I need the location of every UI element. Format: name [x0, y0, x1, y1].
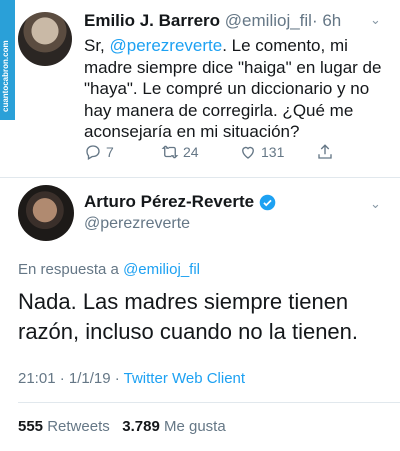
reply-prefix: En respuesta a: [18, 261, 124, 278]
chevron-down-icon[interactable]: ⌄: [370, 196, 381, 212]
mention-link[interactable]: @perezreverte: [110, 36, 223, 55]
avatar[interactable]: [18, 185, 74, 241]
reply-handle-link[interactable]: @emilioj_fil: [123, 261, 200, 278]
reply-count: 7: [106, 144, 114, 160]
tweet-text: Nada. Las madres siempre tienen razón, i…: [18, 289, 359, 344]
heart-icon: [242, 146, 254, 159]
share-icon: [318, 144, 332, 159]
author-handle[interactable]: @perezreverte: [84, 215, 190, 233]
tweet-timestamp[interactable]: 21:01 · 1/1/19 ·: [18, 370, 124, 387]
retweets-count[interactable]: 555: [18, 418, 43, 435]
likes-count[interactable]: 3.789: [122, 418, 160, 435]
author-name[interactable]: Arturo Pérez-Reverte: [84, 192, 254, 212]
original-tweet[interactable]: Emilio J. Barrero @emilioj_fil· 6h ⌄ Sr,…: [0, 0, 400, 177]
tweet-stats: 555 Retweets 3.789 Me gusta: [18, 418, 226, 435]
divider: [0, 177, 400, 178]
reply-context: En respuesta a @emilioj_fil: [18, 261, 200, 278]
share-button[interactable]: [316, 143, 338, 161]
retweet-count: 24: [183, 144, 199, 160]
chevron-down-icon[interactable]: ⌄: [370, 12, 381, 28]
author-handle[interactable]: @emilioj_fil: [225, 11, 312, 30]
retweets-label[interactable]: Retweets: [47, 418, 110, 435]
client-link[interactable]: Twitter Web Client: [124, 370, 245, 387]
tweet-text: Sr, @perezreverte. Le comento, mi madre …: [84, 35, 389, 143]
like-button[interactable]: 131: [239, 143, 284, 161]
reply-icon: [86, 145, 100, 160]
author-name[interactable]: Emilio J. Barrero: [84, 11, 220, 30]
likes-label[interactable]: Me gusta: [164, 418, 226, 435]
tweet-header: Emilio J. Barrero @emilioj_fil· 6h: [84, 11, 341, 31]
tweet-text-prefix: Sr,: [84, 36, 110, 55]
tweet-time[interactable]: · 6h: [312, 11, 341, 30]
retweet-icon: [161, 145, 179, 159]
divider: [18, 402, 400, 403]
reply-button[interactable]: 7: [84, 143, 114, 161]
tweet-meta: 21:01 · 1/1/19 · Twitter Web Client: [18, 370, 245, 387]
verified-badge-icon: [259, 194, 276, 210]
like-count: 131: [261, 144, 285, 160]
tweet-actions: 7 24 131: [84, 143, 384, 165]
avatar[interactable]: [18, 12, 72, 66]
author-name-row[interactable]: Arturo Pérez-Reverte: [84, 192, 276, 212]
retweet-button[interactable]: 24: [161, 143, 199, 161]
